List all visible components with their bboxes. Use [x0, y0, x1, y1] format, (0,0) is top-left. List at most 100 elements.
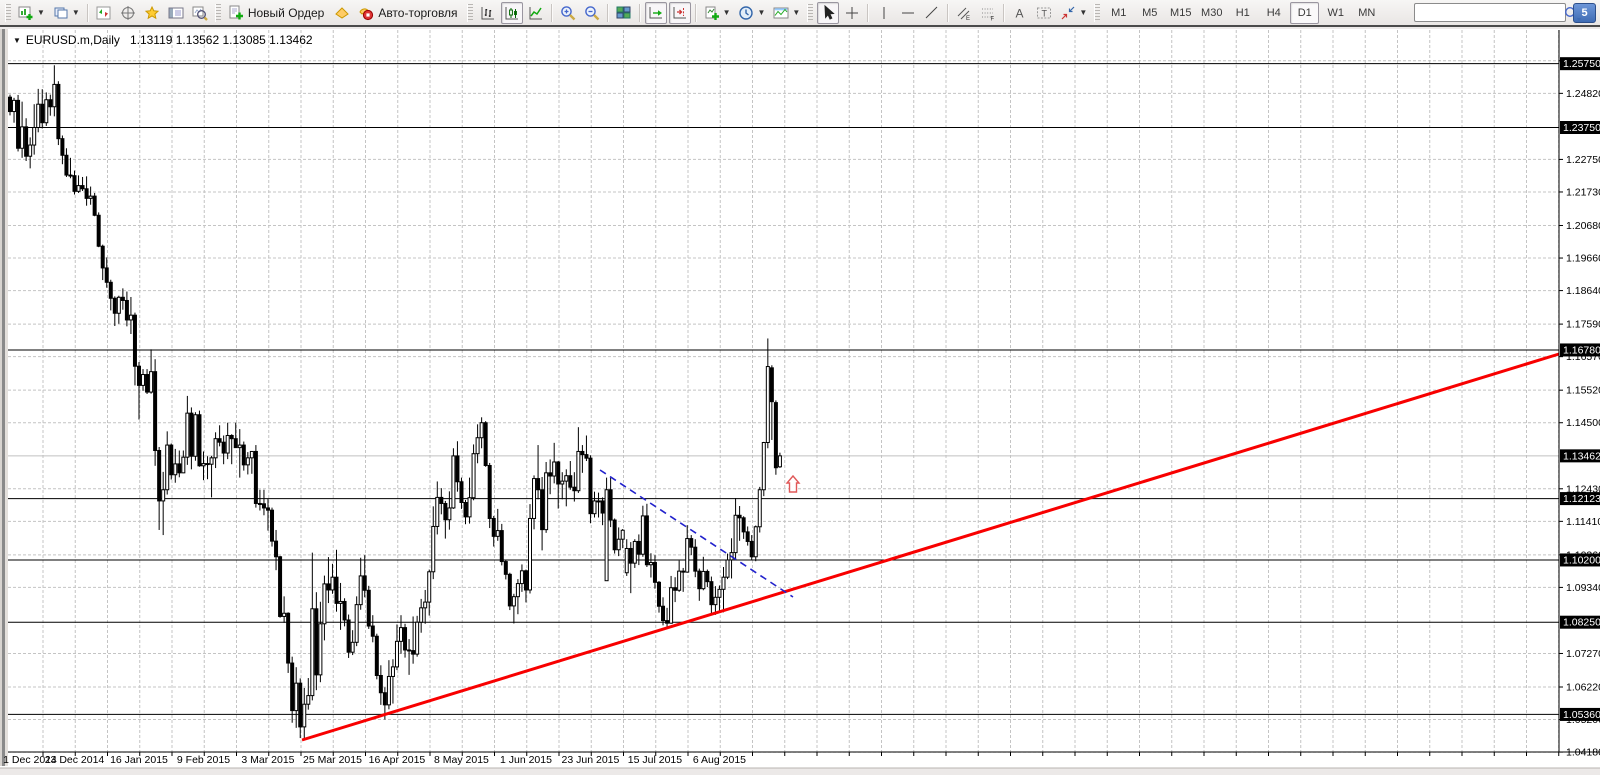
- dropdown-arrow-icon[interactable]: ▼: [792, 8, 800, 17]
- scrolling-group: [644, 2, 692, 24]
- trendline-button[interactable]: [921, 2, 943, 24]
- profiles-button[interactable]: ▼: [50, 2, 83, 24]
- bull-candle-body: [37, 104, 40, 127]
- text-label-button[interactable]: T: [1033, 2, 1055, 24]
- bear-candle-body: [484, 423, 487, 466]
- bull-candle-body: [77, 186, 80, 192]
- crosshair-button[interactable]: [841, 2, 863, 24]
- bear-candle-body: [206, 464, 209, 465]
- bar-chart-button[interactable]: [477, 2, 499, 24]
- toolbar-grip[interactable]: [215, 4, 221, 22]
- autotrading-button[interactable]: Авто-торговля: [355, 2, 462, 24]
- bear-candle-body: [637, 541, 640, 554]
- timeframe-m1[interactable]: M1: [1104, 2, 1133, 24]
- bear-candle-body: [601, 501, 604, 513]
- bull-candle-body: [331, 577, 334, 590]
- dropdown-arrow-icon[interactable]: ▼: [37, 8, 45, 17]
- arrows-button[interactable]: ▼: [1057, 2, 1090, 24]
- zoom-out-button[interactable]: [581, 2, 603, 24]
- horizontal-line-button[interactable]: [897, 2, 919, 24]
- price-chart[interactable]: 1.258401.248201.227501.217301.206801.196…: [0, 29, 1600, 775]
- bull-candle-body: [561, 481, 564, 484]
- text-button[interactable]: A: [1009, 2, 1031, 24]
- bear-candle-body: [121, 297, 124, 300]
- market-watch-button[interactable]: [93, 2, 115, 24]
- timeframe-w1[interactable]: W1: [1321, 2, 1350, 24]
- bear-candle-body: [258, 503, 261, 504]
- dropdown-arrow-icon[interactable]: ▼: [1079, 8, 1087, 17]
- date-axis-label: 25 Mar 2015: [303, 754, 362, 766]
- bear-candle-body: [609, 490, 612, 520]
- indicators-button[interactable]: ▼: [701, 2, 734, 24]
- bear-candle-body: [569, 476, 572, 487]
- timeframe-mn[interactable]: MN: [1352, 2, 1381, 24]
- data-window-button[interactable]: [117, 2, 139, 24]
- symbol-search-box[interactable]: [1414, 3, 1566, 22]
- equidistant-channel-button[interactable]: E: [953, 2, 975, 24]
- zoom-in-button[interactable]: [557, 2, 579, 24]
- chart-background[interactable]: [0, 29, 1600, 775]
- price-axis-label: 1.04180: [1566, 747, 1600, 759]
- metaeditor-button[interactable]: [331, 2, 353, 24]
- timeframe-m5[interactable]: M5: [1135, 2, 1164, 24]
- toolbar-separator: [607, 4, 609, 22]
- bear-candle-body: [291, 663, 294, 711]
- bear-candle-body: [299, 683, 302, 727]
- strategy-tester-button[interactable]: [189, 2, 211, 24]
- date-axis-label: 9 Feb 2015: [177, 754, 230, 766]
- bull-candle-body: [432, 526, 435, 571]
- fibonacci-button[interactable]: F: [977, 2, 999, 24]
- bear-candle-body: [275, 541, 278, 557]
- toolbar-grip[interactable]: [1094, 4, 1100, 22]
- bull-candle-body: [387, 676, 390, 704]
- bear-candle-body: [61, 139, 64, 156]
- date-axis-label: 23 Jun 2015: [562, 754, 620, 766]
- new-order-button[interactable]: Новый Ордер: [225, 2, 329, 24]
- bull-candle-body: [621, 530, 624, 539]
- chart-window[interactable]: 1.258401.248201.227501.217301.206801.196…: [0, 29, 1600, 775]
- chart-shift-button[interactable]: [669, 2, 691, 24]
- bear-candle-body: [492, 518, 495, 536]
- candlestick-button[interactable]: [501, 2, 523, 24]
- dropdown-arrow-icon[interactable]: ▼: [757, 8, 765, 17]
- line-chart-button[interactable]: [525, 2, 547, 24]
- timeframe-h1[interactable]: H1: [1228, 2, 1257, 24]
- dropdown-arrow-icon[interactable]: ▼: [723, 8, 731, 17]
- bear-candle-body: [488, 465, 491, 518]
- bull-candle-body: [246, 458, 249, 465]
- timeframe-m30[interactable]: M30: [1197, 2, 1226, 24]
- timeframe-d1[interactable]: D1: [1290, 2, 1319, 24]
- bear-candle-body: [537, 479, 540, 490]
- bull-candle-body: [678, 571, 681, 590]
- price-axis-label: 1.09340: [1566, 582, 1600, 594]
- bull-candle-body: [303, 704, 306, 727]
- autotrading-button-label: Авто-торговля: [378, 6, 457, 20]
- periods-button[interactable]: ▼: [735, 2, 768, 24]
- vertical-line-button[interactable]: [873, 2, 895, 24]
- navigator-button[interactable]: [141, 2, 163, 24]
- symbol-search-input[interactable]: [1415, 5, 1563, 20]
- cursor-button[interactable]: [817, 2, 839, 24]
- tile-windows-button[interactable]: [613, 2, 635, 24]
- terminal-icon: [168, 5, 184, 21]
- toolbar-grip[interactable]: [5, 4, 11, 22]
- bull-candle-body: [311, 609, 314, 696]
- auto-scroll-button[interactable]: [645, 2, 667, 24]
- bear-candle-body: [613, 520, 616, 550]
- bear-candle-body: [371, 626, 374, 636]
- bear-candle-body: [178, 464, 181, 473]
- toolbar-grip[interactable]: [807, 4, 813, 22]
- candlestick-icon: [504, 5, 520, 21]
- bull-candle-body: [633, 541, 636, 563]
- bear-candle-body: [222, 442, 225, 453]
- notifications-badge[interactable]: 5: [1573, 3, 1596, 23]
- templates-button[interactable]: ▼: [770, 2, 803, 24]
- toolbar-grip[interactable]: [467, 4, 473, 22]
- bull-candle-body: [162, 490, 165, 501]
- cursor-icon: [820, 5, 836, 21]
- new-chart-button[interactable]: ▼: [15, 2, 48, 24]
- terminal-button[interactable]: [165, 2, 187, 24]
- timeframe-m15[interactable]: M15: [1166, 2, 1195, 24]
- dropdown-arrow-icon[interactable]: ▼: [72, 8, 80, 17]
- timeframe-h4[interactable]: H4: [1259, 2, 1288, 24]
